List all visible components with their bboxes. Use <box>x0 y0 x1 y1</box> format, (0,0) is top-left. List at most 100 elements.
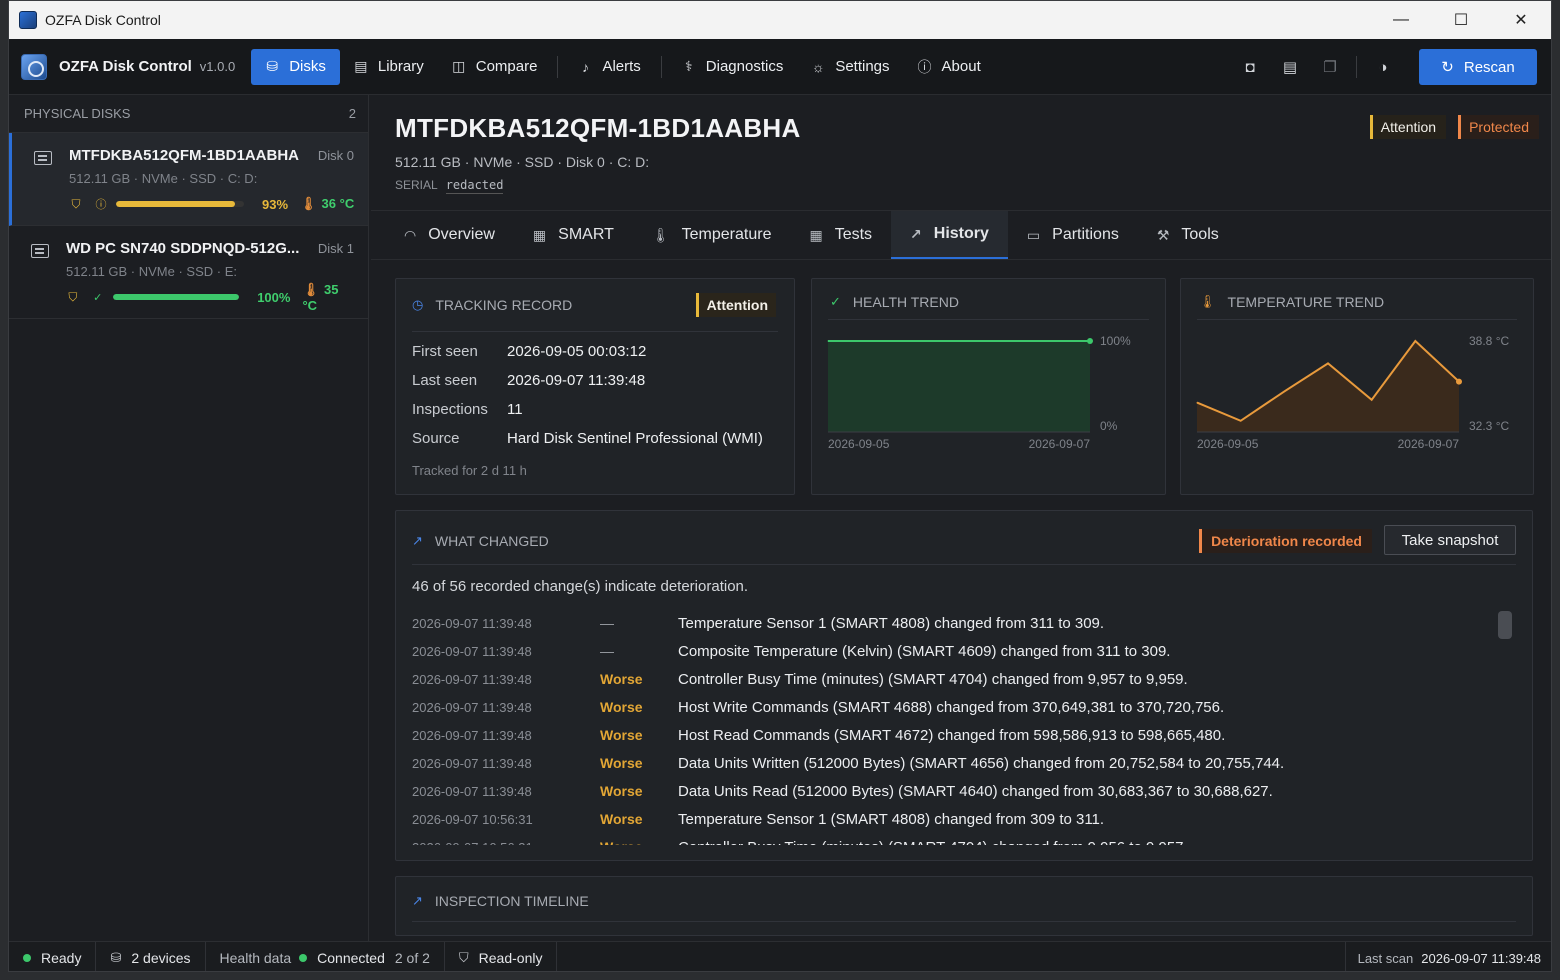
x-start-label: 2026-09-05 <box>1197 437 1259 451</box>
change-log[interactable]: 2026-09-07 11:39:48 — Temperature Sensor 1… <box>412 609 1492 846</box>
chart-point <box>906 340 908 342</box>
grid-icon: ▦ <box>809 226 823 243</box>
nav-compare[interactable]: ◫ Compare <box>438 49 552 85</box>
nav-alerts[interactable]: ♪ Alerts <box>564 49 654 85</box>
change-message: Data Units Read (512000 Bytes) (SMART 46… <box>678 782 1273 800</box>
health-status-icon: ✓ <box>93 291 103 304</box>
app-icon <box>19 11 37 29</box>
tab-tools[interactable]: ⚒ Tools <box>1138 211 1238 259</box>
tab-partitions[interactable]: ▭ Partitions <box>1008 211 1138 259</box>
x-start-label: 2026-09-05 <box>828 437 890 451</box>
thermometer-icon: 🌡 <box>651 226 670 243</box>
connected-dot-icon <box>299 953 308 962</box>
change-message: Data Units Written (512000 Bytes) (SMART… <box>678 754 1285 772</box>
tab-history[interactable]: ↗ History <box>891 211 1008 259</box>
tab-label: SMART <box>558 226 614 243</box>
nav-label: Diagnostics <box>705 58 784 75</box>
tab-label: History <box>933 225 989 242</box>
maximize-button[interactable]: ☐ <box>1431 1 1491 39</box>
chart-point <box>879 340 881 342</box>
sidebar-title: PHYSICAL DISKS <box>24 106 131 121</box>
nav-items: ⛁ Disks ▤ Library ◫ Compare ♪ Alerts ⚕ Diagnostic… <box>251 48 995 85</box>
nav-separator <box>660 55 662 78</box>
chart-point <box>1456 378 1462 385</box>
nav-library[interactable]: ▤ Library <box>340 49 438 85</box>
change-severity: Worse <box>600 727 643 743</box>
change-time: 2026-09-07 10:56:31 <box>412 840 600 846</box>
theme-button[interactable]: ◑ <box>1363 49 1403 85</box>
nav-about[interactable]: ⓘ About <box>904 49 995 85</box>
nav-disks[interactable]: ⛁ Disks <box>251 48 340 85</box>
change-row: 2026-09-07 11:39:48 Worse Controller Busy … <box>412 665 1492 693</box>
disk-list-item[interactable]: MTFDKBA512QFM-1BD1AABHA Disk 0 512.11 GB ·… <box>9 133 368 226</box>
thermometer-icon: 🌡 <box>302 281 319 297</box>
deterioration-badge: Deterioration recorded <box>1199 529 1372 553</box>
disk-model-title: MTFDKBA512QFM-1BD1AABHA <box>395 113 801 143</box>
chart-area <box>828 341 1090 432</box>
change-severity: Worse <box>600 671 643 687</box>
status-devices: ⛁ 2 devices <box>96 941 206 971</box>
toolbar-separator <box>1356 56 1357 78</box>
attention-badge: Attention <box>1369 115 1447 139</box>
change-severity: Worse <box>600 811 643 827</box>
tracking-key: Source <box>412 430 460 447</box>
disk-header: MTFDKBA512QFM-1BD1AABHA 512.11 GB · NVMe… <box>395 113 801 194</box>
camera-button[interactable]: ◘ <box>1230 49 1270 85</box>
chart-point <box>958 340 960 342</box>
disk-count: 2 <box>348 106 356 121</box>
database-icon: ⛁ <box>110 949 122 965</box>
drive-icon <box>31 244 49 258</box>
sidebar-header: PHYSICAL DISKS 2 <box>9 95 368 133</box>
serial-value[interactable]: redacted <box>445 178 504 194</box>
health-data-label: Health data <box>219 949 292 966</box>
scrollbar-thumb[interactable] <box>1498 611 1512 639</box>
nav-settings[interactable]: ☼ Settings <box>797 49 903 85</box>
rescan-label: Rescan <box>1463 58 1515 76</box>
change-row: 2026-09-07 11:39:48 Worse Data Units Read … <box>412 777 1492 805</box>
nav-label: Library <box>377 58 424 75</box>
copy-button[interactable]: ❐ <box>1310 49 1350 85</box>
y-max-label: 38.8 °C <box>1469 334 1509 348</box>
nav-label: Alerts <box>602 58 641 75</box>
tracking-title: ◷ TRACKING RECORD <box>412 297 572 313</box>
change-row: 2026-09-07 11:39:48 Worse Host Write Comma… <box>412 693 1492 721</box>
health-bar <box>116 201 244 207</box>
tracking-key: First seen <box>412 343 478 360</box>
tab-label: Overview <box>428 226 495 243</box>
rescan-button[interactable]: ↻ Rescan <box>1419 49 1537 85</box>
report-button[interactable]: ▤ <box>1270 49 1310 85</box>
thermometer-icon: 🌡 <box>300 196 317 211</box>
info-icon: ⓘ <box>917 58 932 75</box>
close-button[interactable]: ✕ <box>1491 1 1551 39</box>
tracking-key: Inspections <box>412 401 488 418</box>
chart-point <box>1414 340 1416 342</box>
wrench-icon: ⚒ <box>1156 226 1170 243</box>
ready-dot-icon <box>23 953 31 962</box>
tab-temperature[interactable]: 🌡 Temperature <box>633 211 791 259</box>
shield-icon: ⛉ <box>68 289 78 304</box>
take-snapshot-button[interactable]: Take snapshot <box>1384 525 1516 555</box>
drive-icon <box>34 151 52 165</box>
tab-tests[interactable]: ▦ Tests <box>790 211 891 259</box>
disk-index: Disk 0 <box>317 148 354 163</box>
gauge-icon: ◠ <box>404 226 417 243</box>
nav-diagnostics[interactable]: ⚕ Diagnostics <box>668 49 798 85</box>
change-row: 2026-09-07 11:39:48 Worse Data Units Writt… <box>412 749 1492 777</box>
tracking-key: Last seen <box>412 372 478 389</box>
tab-label: Tools <box>1181 226 1219 243</box>
tracking-value: 2026-09-07 11:39:48 <box>507 372 646 389</box>
tab-overview[interactable]: ◠ Overview <box>385 211 514 259</box>
x-end-label: 2026-09-07 <box>1029 437 1091 451</box>
change-message: Host Read Commands (SMART 4672) changed … <box>678 726 1226 744</box>
status-bar: Ready ⛁ 2 devices Health data Connected 2 o… <box>9 941 1551 971</box>
last-scan-value: 2026-09-07 11:39:48 <box>1421 950 1541 966</box>
disk-list-item[interactable]: WD PC SN740 SDDPNQD-512G... Disk 1 512.11 … <box>9 226 368 319</box>
top-navigation: OZFA Disk Control v1.0.0 ⛁ Disks ▤ Library ◫… <box>9 39 1551 95</box>
partition-icon: ▭ <box>1026 226 1041 243</box>
app-window: OZFA Disk Control — ☐ ✕ OZFA Disk Contro… <box>8 0 1552 972</box>
tracking-value: Hard Disk Sentinel Professional (WMI) <box>507 430 763 447</box>
minimize-button[interactable]: — <box>1371 1 1431 39</box>
window-controls: — ☐ ✕ <box>1371 1 1551 39</box>
tab-smart[interactable]: ▦ SMART <box>514 211 633 259</box>
temperature-trend-card: 🌡 TEMPERATURE TREND 38.8 °C 32.3 °C 2026-09… <box>1180 278 1534 495</box>
